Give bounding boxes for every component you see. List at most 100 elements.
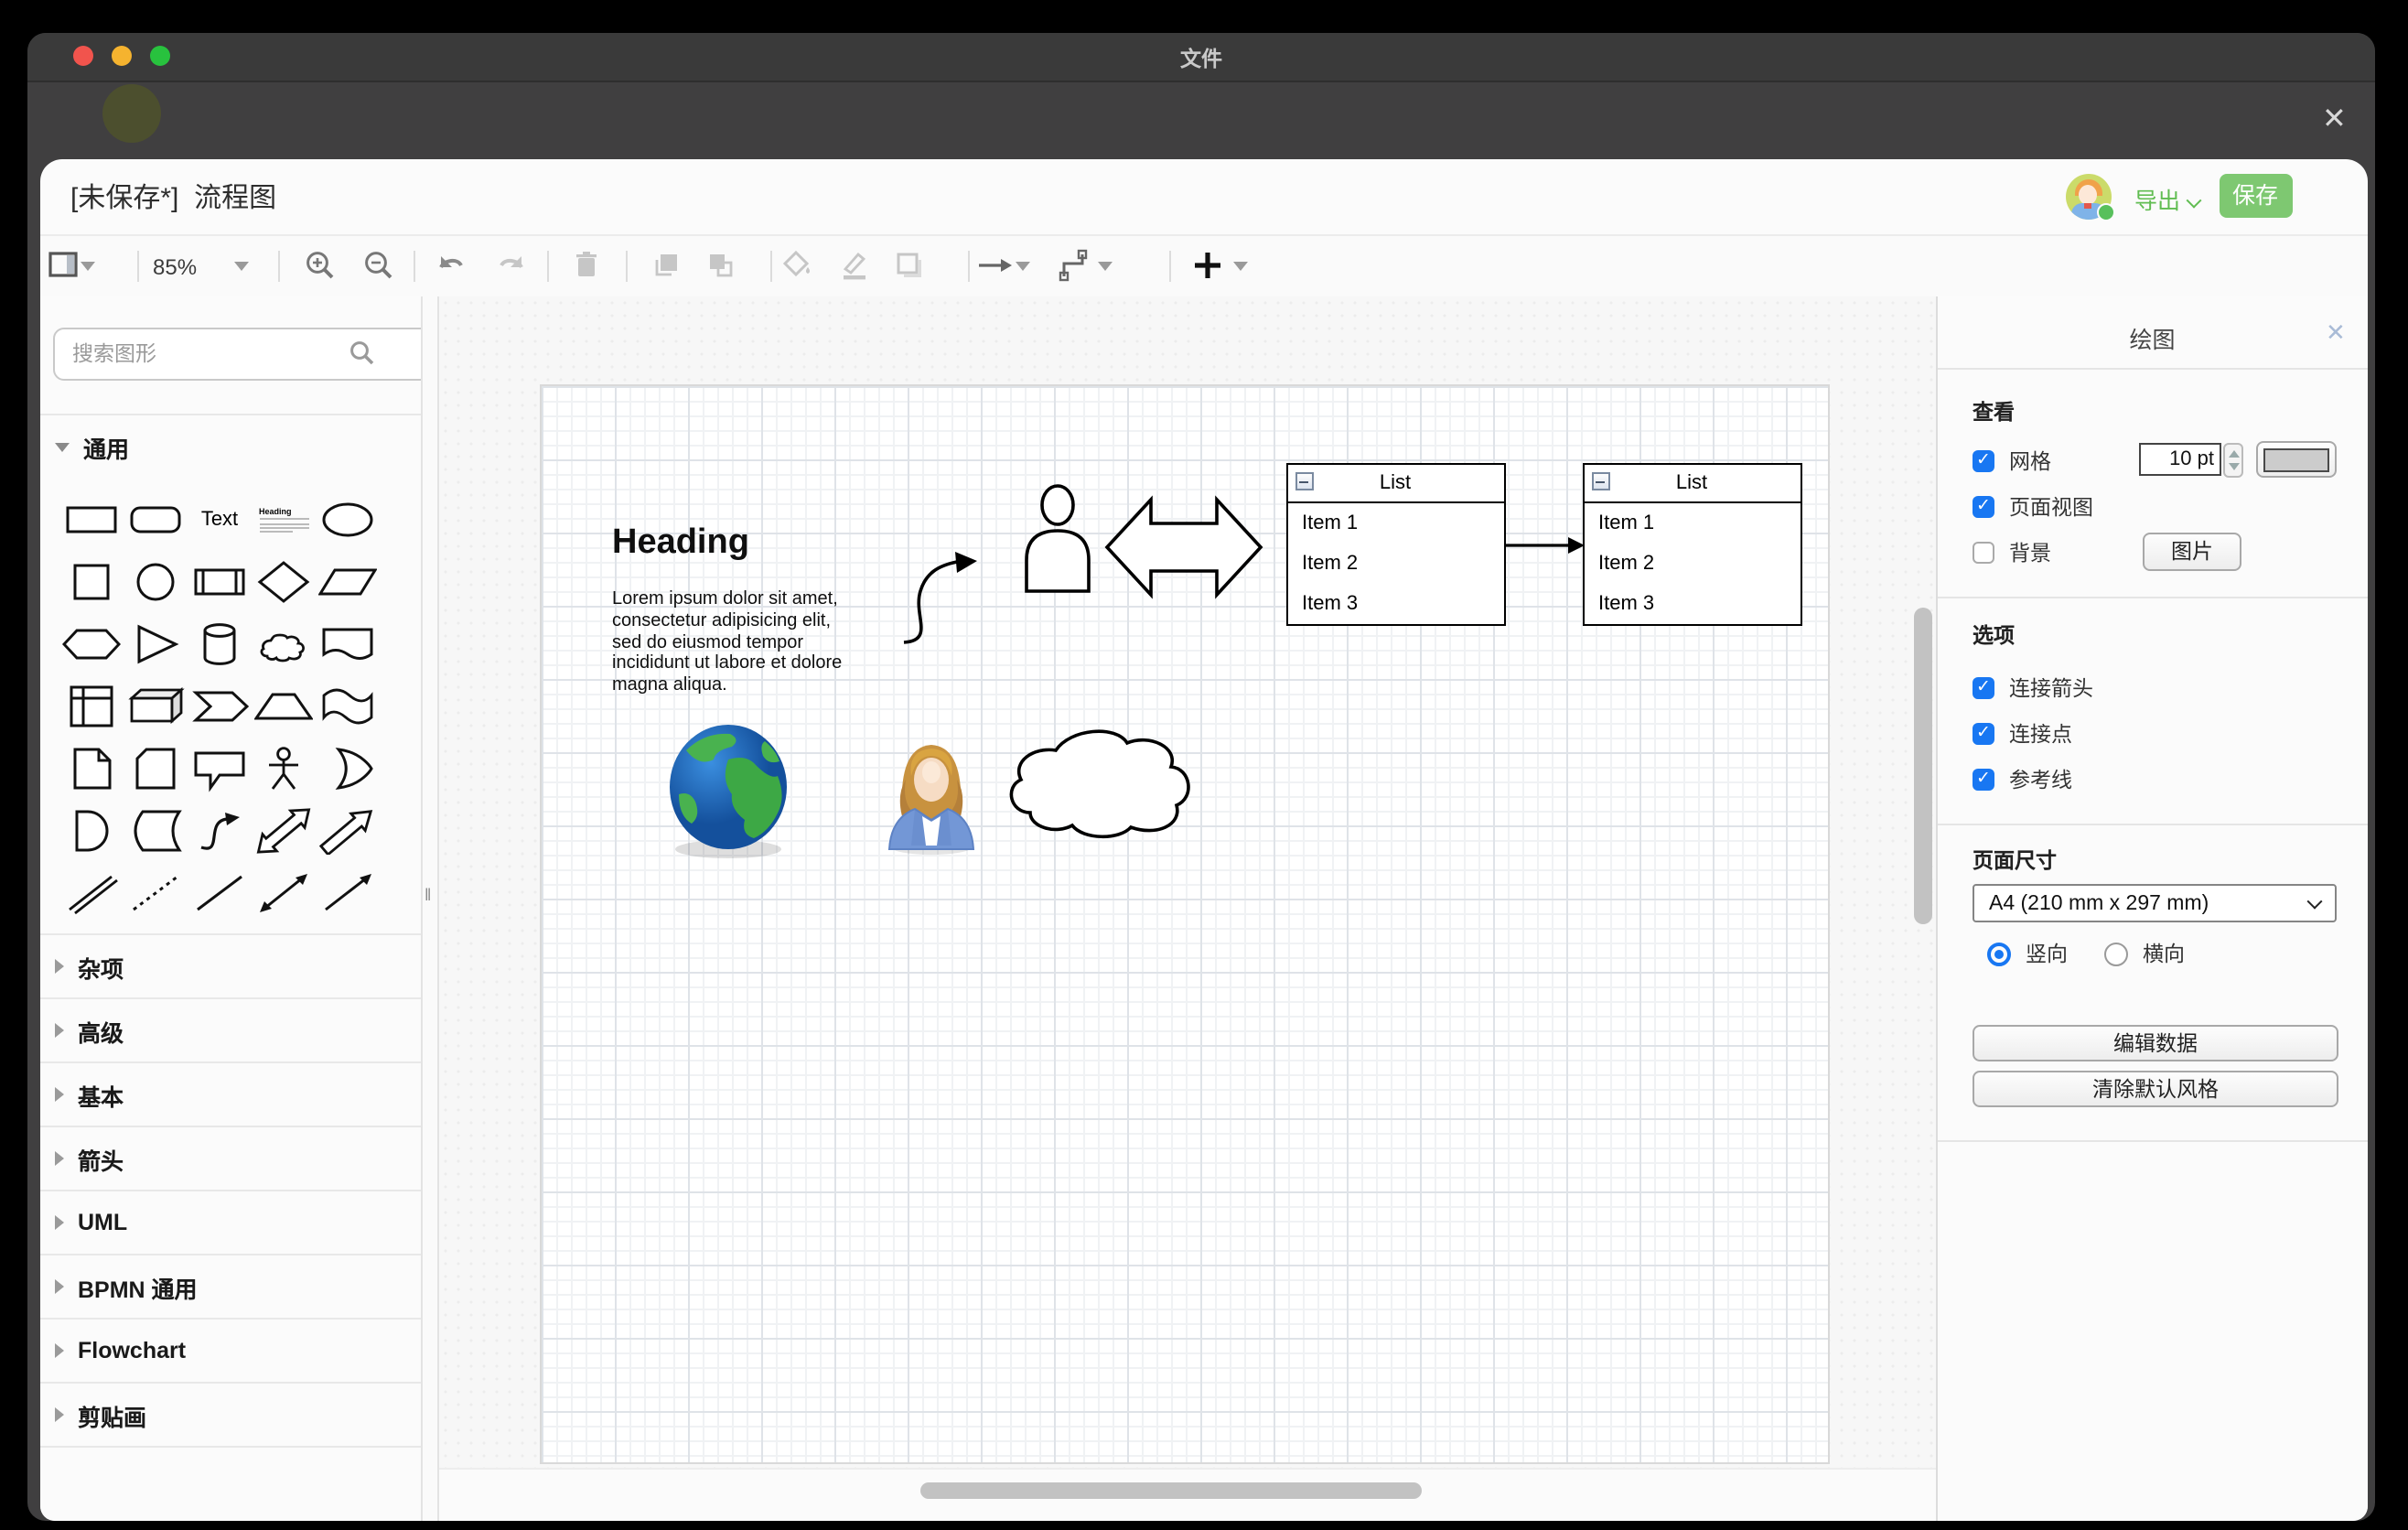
edit-data-button[interactable]: 编辑数据 xyxy=(1973,1025,2338,1061)
list-title[interactable]: List xyxy=(1287,465,1503,503)
to-back-icon[interactable] xyxy=(704,249,736,282)
shape-hexagon[interactable] xyxy=(59,613,124,675)
list-item[interactable]: Item 2 xyxy=(1584,544,1800,584)
clear-default-style-button[interactable]: 清除默认风格 xyxy=(1973,1071,2338,1107)
shape-triangle[interactable] xyxy=(124,613,188,675)
dialog-close-icon[interactable]: ✕ xyxy=(2322,106,2347,135)
shape-link[interactable] xyxy=(59,862,124,924)
delete-icon[interactable] xyxy=(570,249,603,282)
woman-clipart[interactable] xyxy=(888,745,973,855)
format-panel-dropdown-icon[interactable] xyxy=(80,262,94,271)
connection-style-icon[interactable] xyxy=(976,249,1009,282)
shape-arrow[interactable] xyxy=(316,800,380,862)
undo-icon[interactable] xyxy=(435,249,468,282)
connection-style-dropdown-icon[interactable] xyxy=(1015,262,1029,271)
double-arrow-shape[interactable] xyxy=(1106,500,1260,595)
page-view-checkbox[interactable]: ✓ xyxy=(1973,496,1994,518)
sidebar-collapse-grip-icon[interactable]: ‖ xyxy=(425,886,429,904)
list-item[interactable]: Item 3 xyxy=(1584,584,1800,624)
shape-data-storage[interactable] xyxy=(124,800,188,862)
shape-internal-storage[interactable] xyxy=(59,675,124,738)
shape-trapezoid[interactable] xyxy=(252,675,316,738)
shape-note[interactable] xyxy=(59,738,124,800)
list-item[interactable]: Item 2 xyxy=(1287,544,1503,584)
shape-directional-connector[interactable] xyxy=(316,862,380,924)
shape-document[interactable] xyxy=(316,613,380,675)
grid-size-stepper[interactable] xyxy=(2223,442,2243,477)
shape-callout[interactable] xyxy=(188,738,252,800)
horizontal-scrollbar-thumb[interactable] xyxy=(919,1482,1421,1499)
curved-arrow-shape[interactable] xyxy=(903,552,976,642)
shape-curve[interactable] xyxy=(188,800,252,862)
format-panel-toggle-icon[interactable] xyxy=(47,249,80,282)
vertical-scrollbar-thumb[interactable] xyxy=(1913,608,1931,924)
section-general[interactable]: 通用 xyxy=(39,414,421,478)
section-misc[interactable]: 杂项 xyxy=(39,933,421,997)
redo-icon[interactable] xyxy=(493,249,526,282)
shape-square[interactable] xyxy=(59,551,124,613)
background-image-button[interactable]: 图片 xyxy=(2143,533,2241,571)
zoom-dropdown-icon[interactable] xyxy=(233,262,248,271)
to-front-icon[interactable] xyxy=(649,249,682,282)
section-flowchart[interactable]: Flowchart xyxy=(39,1318,421,1382)
shape-line[interactable] xyxy=(188,862,252,924)
section-arrows[interactable]: 箭头 xyxy=(39,1126,421,1190)
connection-points-checkbox[interactable]: ✓ xyxy=(1973,723,1994,745)
insert-dropdown-icon[interactable] xyxy=(1232,262,1247,271)
shape-card[interactable] xyxy=(124,738,188,800)
section-basic[interactable]: 基本 xyxy=(39,1061,421,1126)
canvas-paragraph-text[interactable]: Lorem ipsum dolor sit amet, consectetur … xyxy=(612,589,850,697)
section-bpmn[interactable]: BPMN 通用 xyxy=(39,1254,421,1318)
list-title[interactable]: List xyxy=(1584,465,1800,503)
sidebar-resize-handle[interactable] xyxy=(421,296,438,1520)
zoom-out-icon[interactable] xyxy=(361,249,394,282)
shape-bidirectional-arrow[interactable] xyxy=(252,800,316,862)
page-size-select[interactable]: A4 (210 mm x 297 mm) xyxy=(1973,884,2337,922)
section-uml[interactable]: UML xyxy=(39,1190,421,1254)
zoom-in-icon[interactable] xyxy=(303,249,336,282)
grid-color-button[interactable] xyxy=(2256,441,2337,478)
shape-cylinder[interactable] xyxy=(188,613,252,675)
globe-clipart[interactable] xyxy=(669,725,786,858)
shape-actor[interactable] xyxy=(252,738,316,800)
grid-checkbox[interactable]: ✓ xyxy=(1973,450,1994,472)
collapse-icon[interactable] xyxy=(1591,472,1609,490)
landscape-radio[interactable] xyxy=(2104,942,2128,965)
waypoint-style-dropdown-icon[interactable] xyxy=(1097,262,1112,271)
shape-process[interactable] xyxy=(188,551,252,613)
shape-parallelogram[interactable] xyxy=(316,551,380,613)
shape-bidirectional-connector[interactable] xyxy=(252,862,316,924)
waypoint-style-icon[interactable] xyxy=(1057,249,1090,282)
list-item[interactable]: Item 1 xyxy=(1584,503,1800,544)
list-shape-1[interactable]: List Item 1 Item 2 Item 3 xyxy=(1285,463,1505,626)
save-button[interactable]: 保存 xyxy=(2219,174,2292,218)
insert-icon[interactable] xyxy=(1190,249,1223,282)
export-button[interactable]: 导出 xyxy=(2134,180,2198,215)
grid-size-input[interactable] xyxy=(2139,443,2221,476)
list-item[interactable]: Item 3 xyxy=(1287,584,1503,624)
shape-and[interactable] xyxy=(59,800,124,862)
collapse-icon[interactable] xyxy=(1295,472,1313,490)
shape-circle[interactable] xyxy=(124,551,188,613)
list-connector-arrow[interactable] xyxy=(1505,537,1584,554)
section-advanced[interactable]: 高级 xyxy=(39,997,421,1061)
zoom-level[interactable]: 85% xyxy=(153,254,197,280)
panel-close-icon[interactable]: ✕ xyxy=(2326,318,2346,348)
canvas-heading-text[interactable]: Heading xyxy=(612,523,749,564)
shape-step[interactable] xyxy=(188,675,252,738)
shape-textbox[interactable]: Heading xyxy=(252,489,316,551)
connection-arrows-checkbox[interactable]: ✓ xyxy=(1973,677,1994,699)
list-shape-2[interactable]: List Item 1 Item 2 Item 3 xyxy=(1582,463,1801,626)
canvas-area[interactable]: Heading Lorem ipsum dolor sit amet, cons… xyxy=(438,296,1936,1520)
list-item[interactable]: Item 1 xyxy=(1287,503,1503,544)
search-input[interactable] xyxy=(52,328,444,381)
shape-cube[interactable] xyxy=(124,675,188,738)
shape-text[interactable]: Text xyxy=(188,489,252,551)
portrait-radio[interactable] xyxy=(1987,942,2011,965)
shape-rounded-rectangle[interactable] xyxy=(124,489,188,551)
shape-or[interactable] xyxy=(316,738,380,800)
shape-cloud[interactable] xyxy=(252,613,316,675)
background-checkbox[interactable] xyxy=(1973,542,1994,564)
section-clipart[interactable]: 剪贴画 xyxy=(39,1382,421,1446)
shape-diamond[interactable] xyxy=(252,551,316,613)
